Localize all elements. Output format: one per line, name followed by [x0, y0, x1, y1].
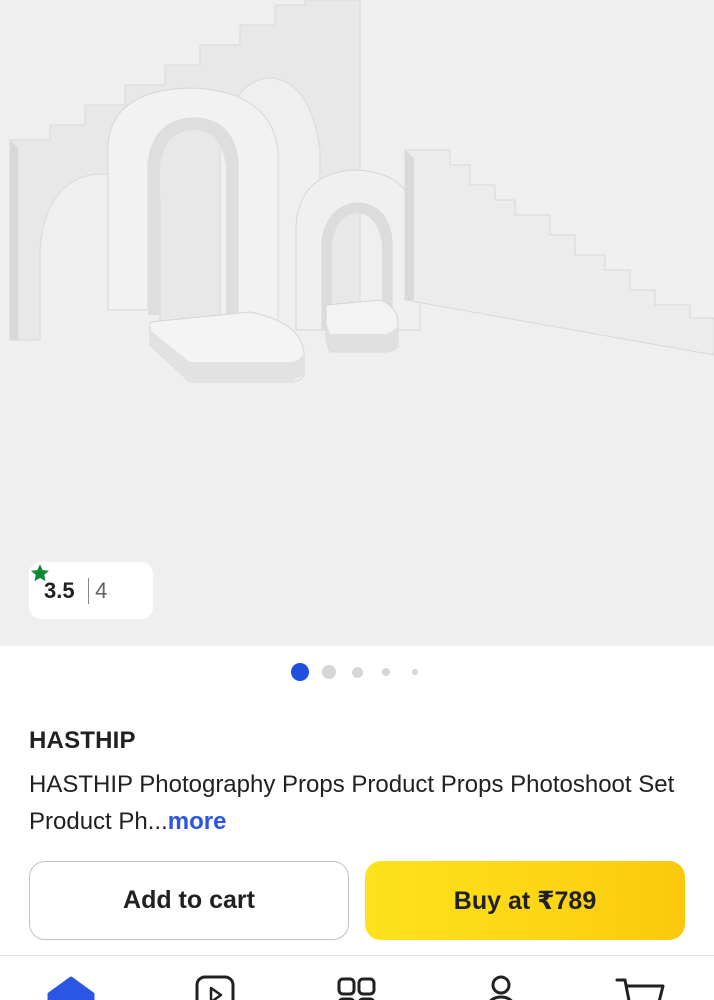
- bottom-navigation: [0, 955, 714, 1000]
- product-photo: [9, 0, 714, 383]
- carousel-dot-4[interactable]: [382, 668, 390, 676]
- home-icon[interactable]: [46, 976, 96, 1000]
- carousel-dot-3[interactable]: [352, 667, 363, 678]
- categories-icon[interactable]: [336, 976, 378, 1000]
- rating-count: 4: [95, 577, 108, 603]
- product-title-text: HASTHIP Photography Props Product Props …: [29, 771, 675, 835]
- cart-icon[interactable]: [614, 976, 666, 1000]
- account-icon[interactable]: [483, 974, 519, 1000]
- rating-badge[interactable]: 3.5 4: [29, 562, 153, 619]
- product-image[interactable]: 3.5 4: [0, 0, 714, 646]
- add-to-cart-button[interactable]: Add to cart: [29, 861, 349, 940]
- carousel-dot-2[interactable]: [322, 665, 336, 679]
- carousel-indicator: [0, 663, 714, 681]
- carousel-dot-5[interactable]: [412, 669, 418, 675]
- more-link[interactable]: more: [168, 808, 227, 835]
- carousel-dot-1[interactable]: [291, 663, 309, 681]
- play-icon[interactable]: [194, 974, 236, 1000]
- product-title: HASTHIP Photography Props Product Props …: [29, 766, 679, 840]
- rating-divider: [87, 577, 90, 604]
- product-brand[interactable]: HASTHIP: [29, 727, 136, 755]
- buy-now-button[interactable]: Buy at ₹789: [365, 861, 685, 940]
